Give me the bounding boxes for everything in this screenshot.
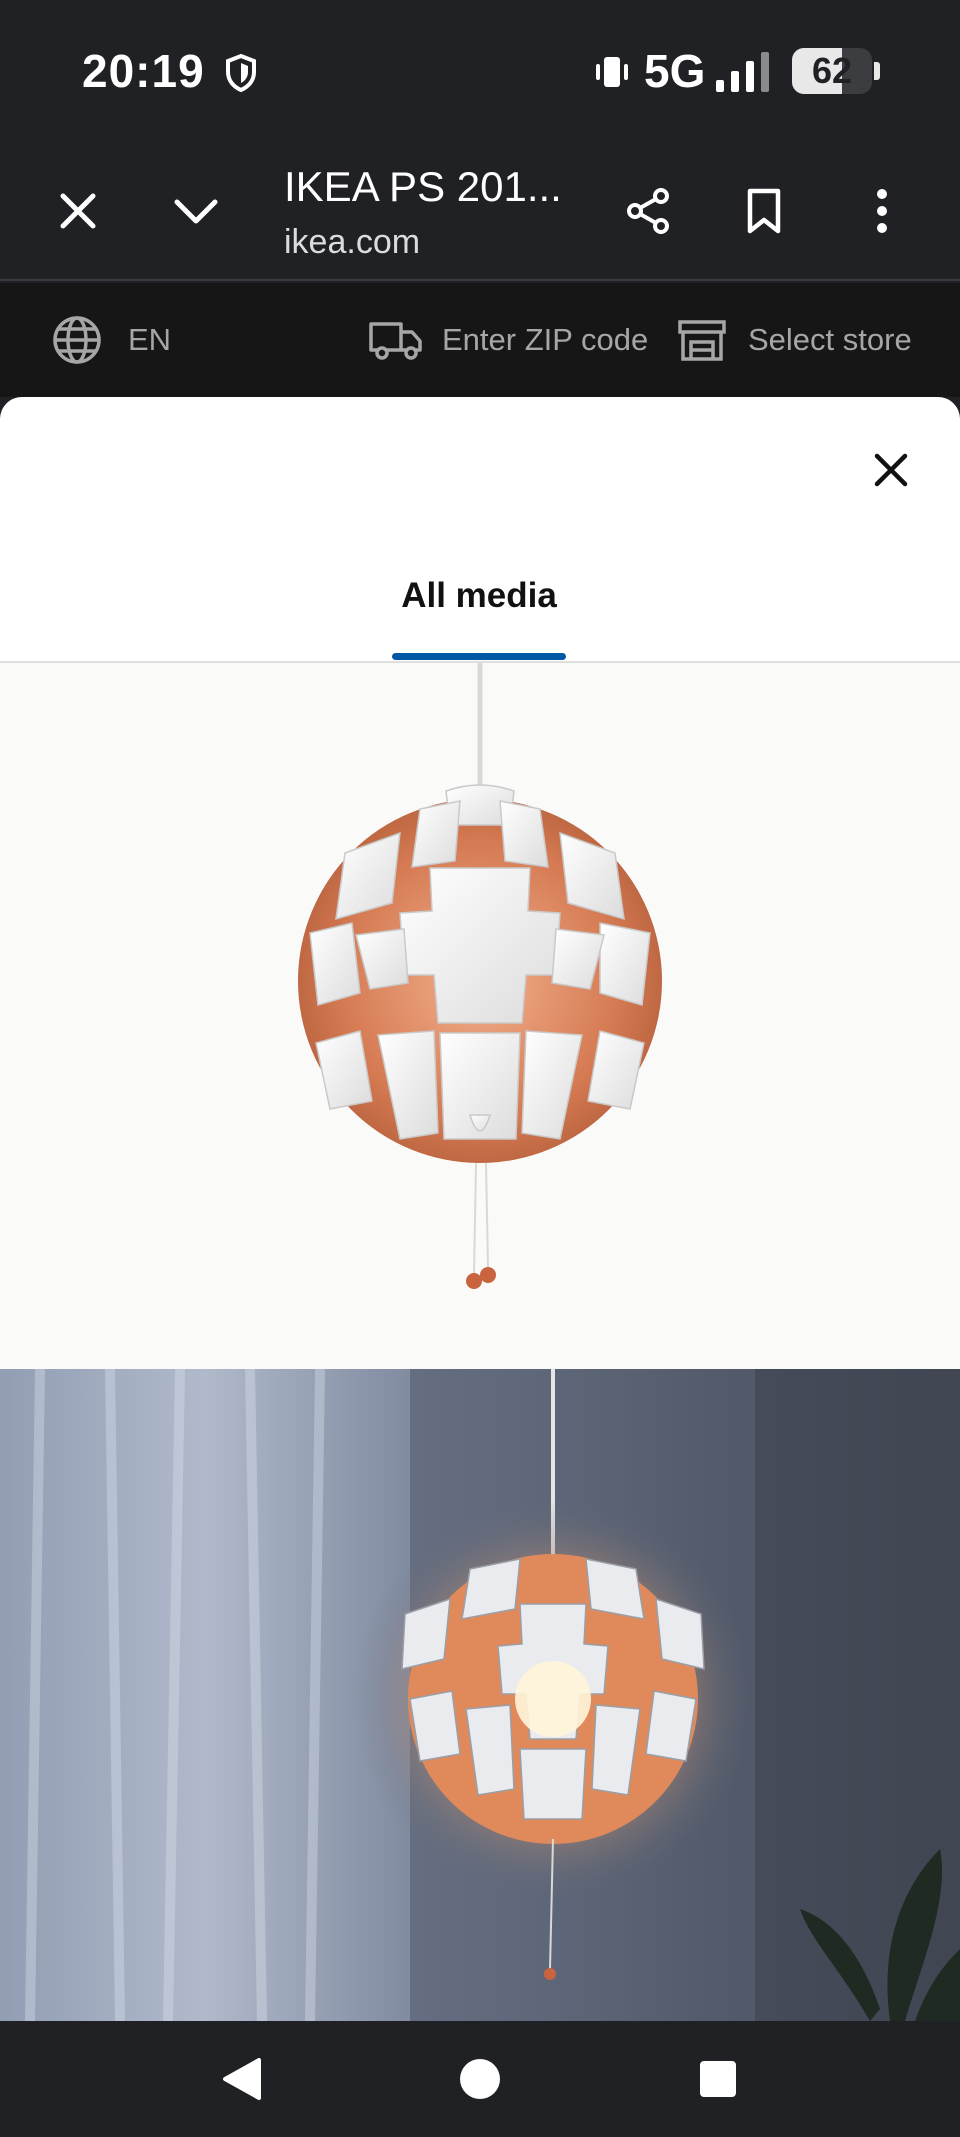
more-vert-icon	[877, 189, 887, 233]
home-button[interactable]	[450, 2049, 510, 2109]
back-icon	[223, 2058, 261, 2100]
status-bar: 20:19 5G 62	[0, 0, 960, 145]
network-type: 5G	[644, 45, 706, 97]
share-button[interactable]	[612, 175, 684, 247]
chevron-down-icon	[174, 199, 218, 224]
language-label: EN	[128, 322, 172, 357]
vibrate-icon	[596, 57, 628, 87]
language-selector[interactable]: EN	[52, 313, 171, 367]
close-media-button[interactable]	[862, 441, 920, 499]
store-label: Select store	[748, 322, 912, 357]
browser-toolbar: IKEA PS 201... ikea.com	[0, 145, 960, 281]
zip-code-label: Enter ZIP code	[442, 322, 649, 357]
battery-icon: 62	[792, 48, 880, 94]
store-selector[interactable]: Select store	[676, 313, 912, 367]
recents-button[interactable]	[688, 2049, 748, 2109]
site-header-strip: EN Enter ZIP code Select store	[0, 283, 960, 397]
close-icon	[874, 453, 908, 487]
share-icon	[627, 188, 669, 234]
home-icon	[460, 2059, 500, 2099]
media-viewer-sheet: All media	[0, 397, 960, 2021]
status-time: 20:19	[82, 45, 205, 97]
back-button[interactable]	[212, 2049, 272, 2109]
zip-code-selector[interactable]: Enter ZIP code	[368, 313, 648, 367]
pendant-lamp-product-photo[interactable]	[0, 663, 960, 1369]
recents-icon	[700, 2061, 736, 2097]
truck-icon	[369, 322, 422, 360]
active-tab-indicator	[392, 653, 566, 660]
tab-all-media[interactable]: All media	[392, 572, 566, 660]
system-nav-bar	[0, 2021, 960, 2137]
bookmark-icon	[747, 188, 781, 234]
signal-icon	[716, 52, 769, 92]
store-icon	[678, 320, 726, 361]
bookmark-button[interactable]	[728, 175, 800, 247]
tab-title: IKEA PS 201...	[284, 163, 562, 210]
close-icon	[60, 193, 96, 229]
shield-icon	[226, 53, 256, 93]
globe-icon	[53, 316, 101, 364]
more-options-button[interactable]	[846, 175, 918, 247]
close-tab-button[interactable]	[42, 175, 114, 247]
tab-domain: ikea.com	[284, 223, 421, 261]
minimize-tab-button[interactable]	[160, 175, 232, 247]
pendant-lamp-room-photo[interactable]	[0, 1369, 960, 2021]
battery-percent: 62	[811, 50, 853, 91]
tab-all-media-label: All media	[401, 576, 557, 615]
